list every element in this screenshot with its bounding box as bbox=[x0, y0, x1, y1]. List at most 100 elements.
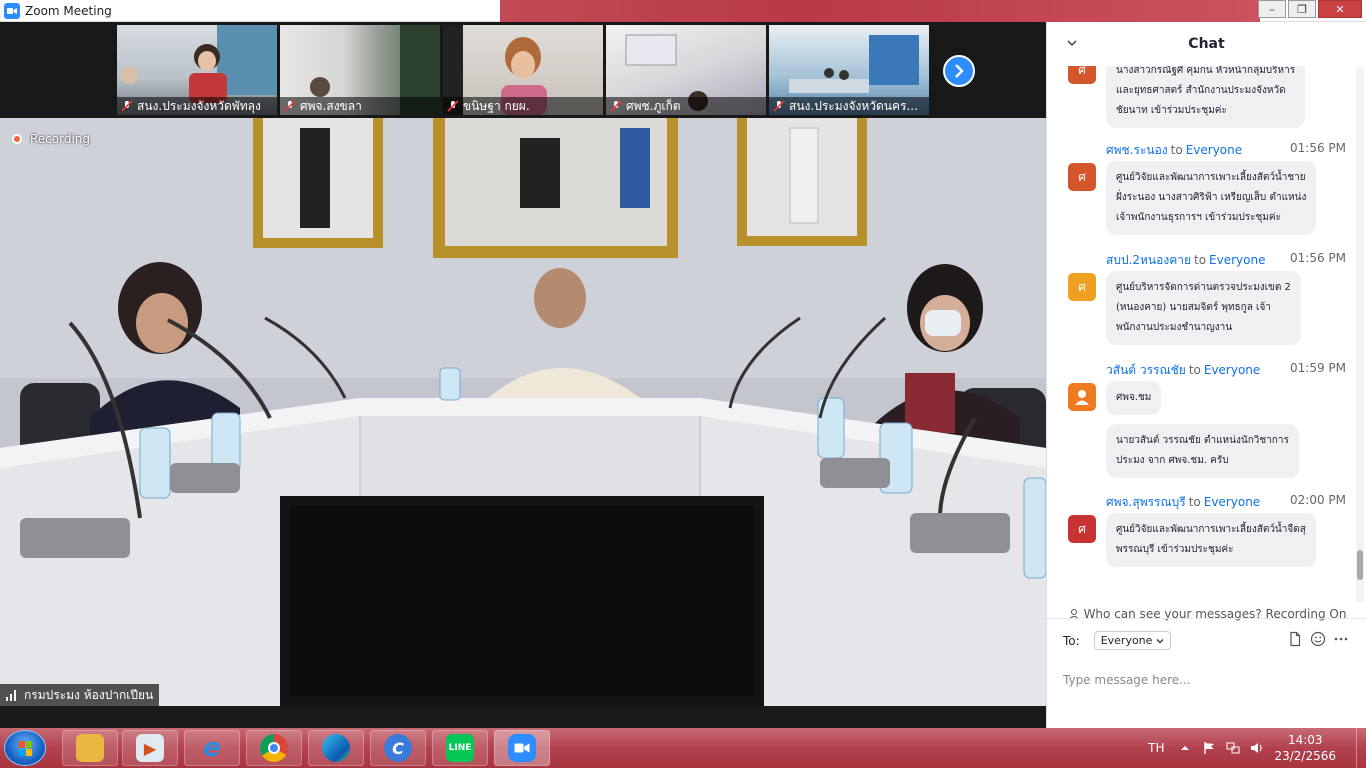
chevron-down-icon bbox=[1156, 638, 1164, 643]
volume-icon[interactable] bbox=[1250, 741, 1264, 755]
sender-name[interactable]: สบป.2หนองคาย bbox=[1106, 253, 1191, 267]
message-time: 01:59 PM bbox=[1290, 361, 1346, 375]
show-desktop-button[interactable] bbox=[1356, 728, 1366, 768]
chevron-down-icon[interactable] bbox=[1065, 36, 1079, 50]
taskbar-app-c[interactable]: C bbox=[370, 730, 426, 766]
thumbnail-label: ขนิษฐา กยผ. bbox=[443, 97, 603, 115]
recording-dot-icon bbox=[12, 134, 22, 144]
message-bubble: ศูนย์บริหารจัดการด่านตรวจประมงเขต 2 (หนอ… bbox=[1106, 271, 1301, 345]
show-hidden-icons-icon[interactable] bbox=[1178, 741, 1192, 755]
message-header: สบป.2หนองคาย to Everyone 01:56 PM bbox=[1106, 251, 1346, 267]
participant-thumbnail[interactable]: ขนิษฐา กยผ. bbox=[443, 25, 603, 115]
audience-name[interactable]: Everyone bbox=[1204, 495, 1260, 509]
video-stage: สนง.ประมงจังหวัดพัทลุง ศพจ.สงขลา ขนิษฐา … bbox=[0, 22, 1046, 706]
line-icon: LINE bbox=[446, 734, 474, 762]
avatar: ศ bbox=[1068, 163, 1096, 191]
to-label: To: bbox=[1063, 633, 1080, 648]
person-avatar-icon bbox=[1068, 383, 1096, 411]
windows-taskbar: ▶ e C LINE TH 14:03 23/2/2566 bbox=[0, 728, 1366, 768]
start-button[interactable] bbox=[4, 730, 46, 766]
folder-icon bbox=[76, 734, 104, 762]
taskbar-media-player[interactable]: ▶ bbox=[122, 730, 178, 766]
message-input[interactable] bbox=[1063, 669, 1351, 691]
emoji-icon[interactable] bbox=[1310, 631, 1326, 647]
taskbar-internet-explorer[interactable]: e bbox=[184, 730, 240, 766]
sender-name[interactable]: ศพช.ระนอง bbox=[1106, 143, 1168, 157]
message-bubble: นางสาวกรณัฐศิ คุมกน หัวหน้ากลุ่มบริหาร แ… bbox=[1106, 66, 1306, 128]
window-title: Zoom Meeting bbox=[25, 3, 112, 18]
participant-thumbnail[interactable]: สนง.ประมงจังหวัดนคร... bbox=[769, 25, 929, 115]
muted-mic-icon bbox=[284, 100, 296, 112]
taskbar-edge[interactable] bbox=[308, 730, 364, 766]
taskbar-chrome[interactable] bbox=[246, 730, 302, 766]
message-bubble: ศูนย์วิจัยและพัฒนาการเพาะเลี้ยงสัตว์น้ำจ… bbox=[1106, 513, 1316, 567]
background-band bbox=[500, 0, 1260, 22]
media-player-icon: ▶ bbox=[136, 734, 164, 762]
clock[interactable]: 14:03 23/2/2566 bbox=[1274, 732, 1336, 764]
minimize-button[interactable]: – bbox=[1258, 0, 1286, 18]
avatar: ศ bbox=[1068, 273, 1096, 301]
network-icon[interactable] bbox=[1226, 741, 1240, 755]
sender-name[interactable]: ศพจ.สุพรรณบุรี bbox=[1106, 495, 1186, 509]
chat-scrollbar[interactable] bbox=[1356, 66, 1364, 602]
thumbnail-label: สนง.ประมงจังหวัดพัทลุง bbox=[117, 97, 277, 115]
muted-mic-icon bbox=[121, 100, 133, 112]
audience-name[interactable]: Everyone bbox=[1204, 363, 1260, 377]
signal-bars-icon bbox=[6, 689, 18, 701]
window-controls: – ❐ ✕ bbox=[1256, 0, 1362, 18]
thumbnail-label: สนง.ประมงจังหวัดนคร... bbox=[769, 97, 929, 115]
chat-title: Chat bbox=[1188, 36, 1225, 52]
muted-mic-icon bbox=[610, 100, 622, 112]
chevron-right-icon bbox=[955, 64, 964, 78]
maximize-button[interactable]: ❐ bbox=[1288, 0, 1316, 18]
message-time: 01:56 PM bbox=[1290, 141, 1346, 155]
message-header: วสันต์ วรรณชัย to Everyone 01:59 PM bbox=[1106, 361, 1346, 377]
language-indicator[interactable]: TH bbox=[1148, 741, 1164, 755]
scrollbar-thumb[interactable] bbox=[1357, 550, 1363, 580]
message-time: 02:00 PM bbox=[1290, 493, 1346, 507]
c-app-icon: C bbox=[384, 734, 412, 762]
chat-header: Chat bbox=[1047, 22, 1366, 66]
edge-icon bbox=[322, 734, 350, 762]
taskbar-zoom[interactable] bbox=[494, 730, 550, 766]
action-center-flag-icon[interactable] bbox=[1202, 741, 1216, 755]
thumbnail-label: ศพจ.สงขลา bbox=[280, 97, 440, 115]
message-time: 01:56 PM bbox=[1290, 251, 1346, 265]
thumbnail-label: ศพช.ภูเก็ต bbox=[606, 97, 766, 115]
window-titlebar: Zoom Meeting – ❐ ✕ bbox=[0, 0, 1366, 22]
zoom-icon bbox=[508, 734, 536, 762]
audience-name[interactable]: Everyone bbox=[1209, 253, 1265, 267]
avatar: ศ bbox=[1068, 66, 1096, 84]
active-speaker-label: กรมประมง ห้องปากเปียน bbox=[0, 684, 160, 706]
taskbar-line[interactable]: LINE bbox=[432, 730, 488, 766]
muted-mic-icon bbox=[447, 100, 459, 112]
muted-mic-icon bbox=[773, 100, 785, 112]
chrome-icon bbox=[260, 734, 288, 762]
recipient-select[interactable]: Everyone bbox=[1093, 631, 1172, 650]
sender-name[interactable]: วสันต์ วรรณชัย bbox=[1106, 363, 1186, 377]
message-header: ศพจ.สุพรรณบุรี to Everyone 02:00 PM bbox=[1106, 493, 1346, 509]
system-tray: TH 14:03 23/2/2566 bbox=[1148, 728, 1366, 768]
internet-explorer-icon: e bbox=[203, 733, 221, 763]
file-icon[interactable] bbox=[1287, 631, 1303, 647]
taskbar-file-explorer[interactable] bbox=[62, 730, 118, 766]
participant-thumbnail[interactable]: สนง.ประมงจังหวัดพัทลุง bbox=[117, 25, 277, 115]
next-page-button[interactable] bbox=[943, 55, 975, 87]
recording-indicator[interactable]: Recording bbox=[12, 132, 90, 146]
chat-panel: Chat ศ นางสาวกรณัฐศิ คุมกน หัวหน้ากลุ่มบ… bbox=[1046, 22, 1366, 728]
message-bubble: นายวสันต์ วรรณชัย ตำแหน่งนักวิชาการ ประม… bbox=[1106, 424, 1299, 478]
chat-message-list[interactable]: ศ นางสาวกรณัฐศิ คุมกน หัวหน้ากลุ่มบริหาร… bbox=[1047, 66, 1366, 602]
windows-logo-icon bbox=[19, 741, 32, 756]
participant-thumbnail[interactable]: ศพจ.สงขลา bbox=[280, 25, 440, 115]
audience-name[interactable]: Everyone bbox=[1186, 143, 1242, 157]
recipient-row: To: Everyone bbox=[1063, 631, 1172, 650]
avatar: ศ bbox=[1068, 515, 1096, 543]
close-window-button[interactable]: ✕ bbox=[1318, 0, 1362, 18]
more-options-icon[interactable] bbox=[1333, 631, 1349, 647]
participant-thumbnail[interactable]: ศพช.ภูเก็ต bbox=[606, 25, 766, 115]
participant-thumbnail-strip: สนง.ประมงจังหวัดพัทลุง ศพจ.สงขลา ขนิษฐา … bbox=[0, 22, 1046, 118]
active-speaker-video bbox=[0, 118, 1046, 706]
chat-composer: To: Everyone bbox=[1047, 618, 1366, 728]
message-header: ศพช.ระนอง to Everyone 01:56 PM bbox=[1106, 141, 1346, 157]
message-bubble: ศพจ.ชม bbox=[1106, 381, 1162, 415]
